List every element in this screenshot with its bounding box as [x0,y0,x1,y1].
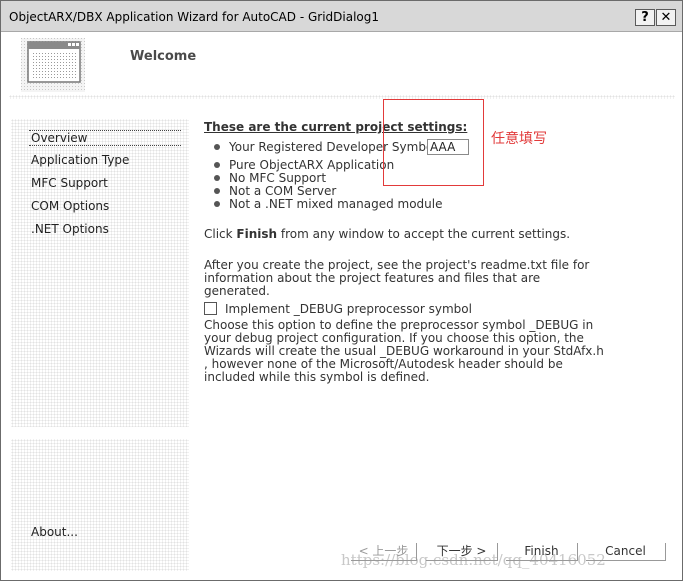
list-item: Not a COM Server [214,184,336,198]
list-item-label: Not a COM Server [229,184,337,198]
list-item: Pure ObjectARX Application [214,158,394,172]
annotation-box [383,99,484,186]
list-item: No MFC Support [214,171,326,185]
title-bar: ObjectARX/DBX Application Wizard for Aut… [1,1,682,32]
finish-instruction: Click Finish from any window to accept t… [204,228,604,241]
page-title: Welcome [130,49,197,64]
debug-description: Choose this option to define the preproc… [204,318,604,384]
bullet-icon [214,201,220,207]
annotation-text: 任意填写 [491,131,547,147]
list-item-label: No MFC Support [229,171,327,185]
debug-checkbox-label[interactable]: Implement _DEBUG preprocessor symbol [225,302,472,316]
about-link[interactable]: About... [31,525,78,539]
bullet-icon [214,162,220,168]
sidebar-item-mfc-support[interactable]: MFC Support [31,176,181,190]
sidebar-item-com-options[interactable]: COM Options [31,199,181,213]
wizard-window: ObjectARX/DBX Application Wizard for Aut… [0,0,683,581]
after-create-text: After you create the project, see the pr… [204,258,590,298]
back-button[interactable]: < 上一步 [351,543,417,561]
finish-instruction-pre: Click [204,227,237,241]
header-divider [9,95,675,99]
wizard-logo-icon [21,38,85,92]
finish-instruction-post: from any window to accept the current se… [277,227,571,241]
bullet-icon [214,175,220,181]
debug-checkbox-row[interactable]: Implement _DEBUG preprocessor symbol [204,302,472,316]
sidebar-item-net-options[interactable]: .NET Options [31,222,181,236]
help-button[interactable]: ? [635,9,655,26]
bullet-icon [214,188,220,194]
list-item: Not a .NET mixed managed module [214,197,443,211]
sidebar-bottom-panel [11,439,189,571]
debug-checkbox[interactable] [204,302,217,315]
sidebar-item-overview[interactable]: Overview [29,130,181,146]
list-item-label: Pure ObjectARX Application [229,158,395,172]
close-button[interactable]: ✕ [656,9,676,26]
finish-button[interactable]: Finish [506,543,578,561]
window-title: ObjectARX/DBX Application Wizard for Aut… [9,10,380,24]
sidebar-item-application-type[interactable]: Application Type [31,153,181,167]
list-item-label: Not a .NET mixed managed module [229,197,443,211]
cancel-button[interactable]: Cancel [586,543,666,561]
next-button[interactable]: 下一步 > [426,543,498,561]
bullet-icon [214,144,220,150]
finish-instruction-bold: Finish [236,227,278,241]
